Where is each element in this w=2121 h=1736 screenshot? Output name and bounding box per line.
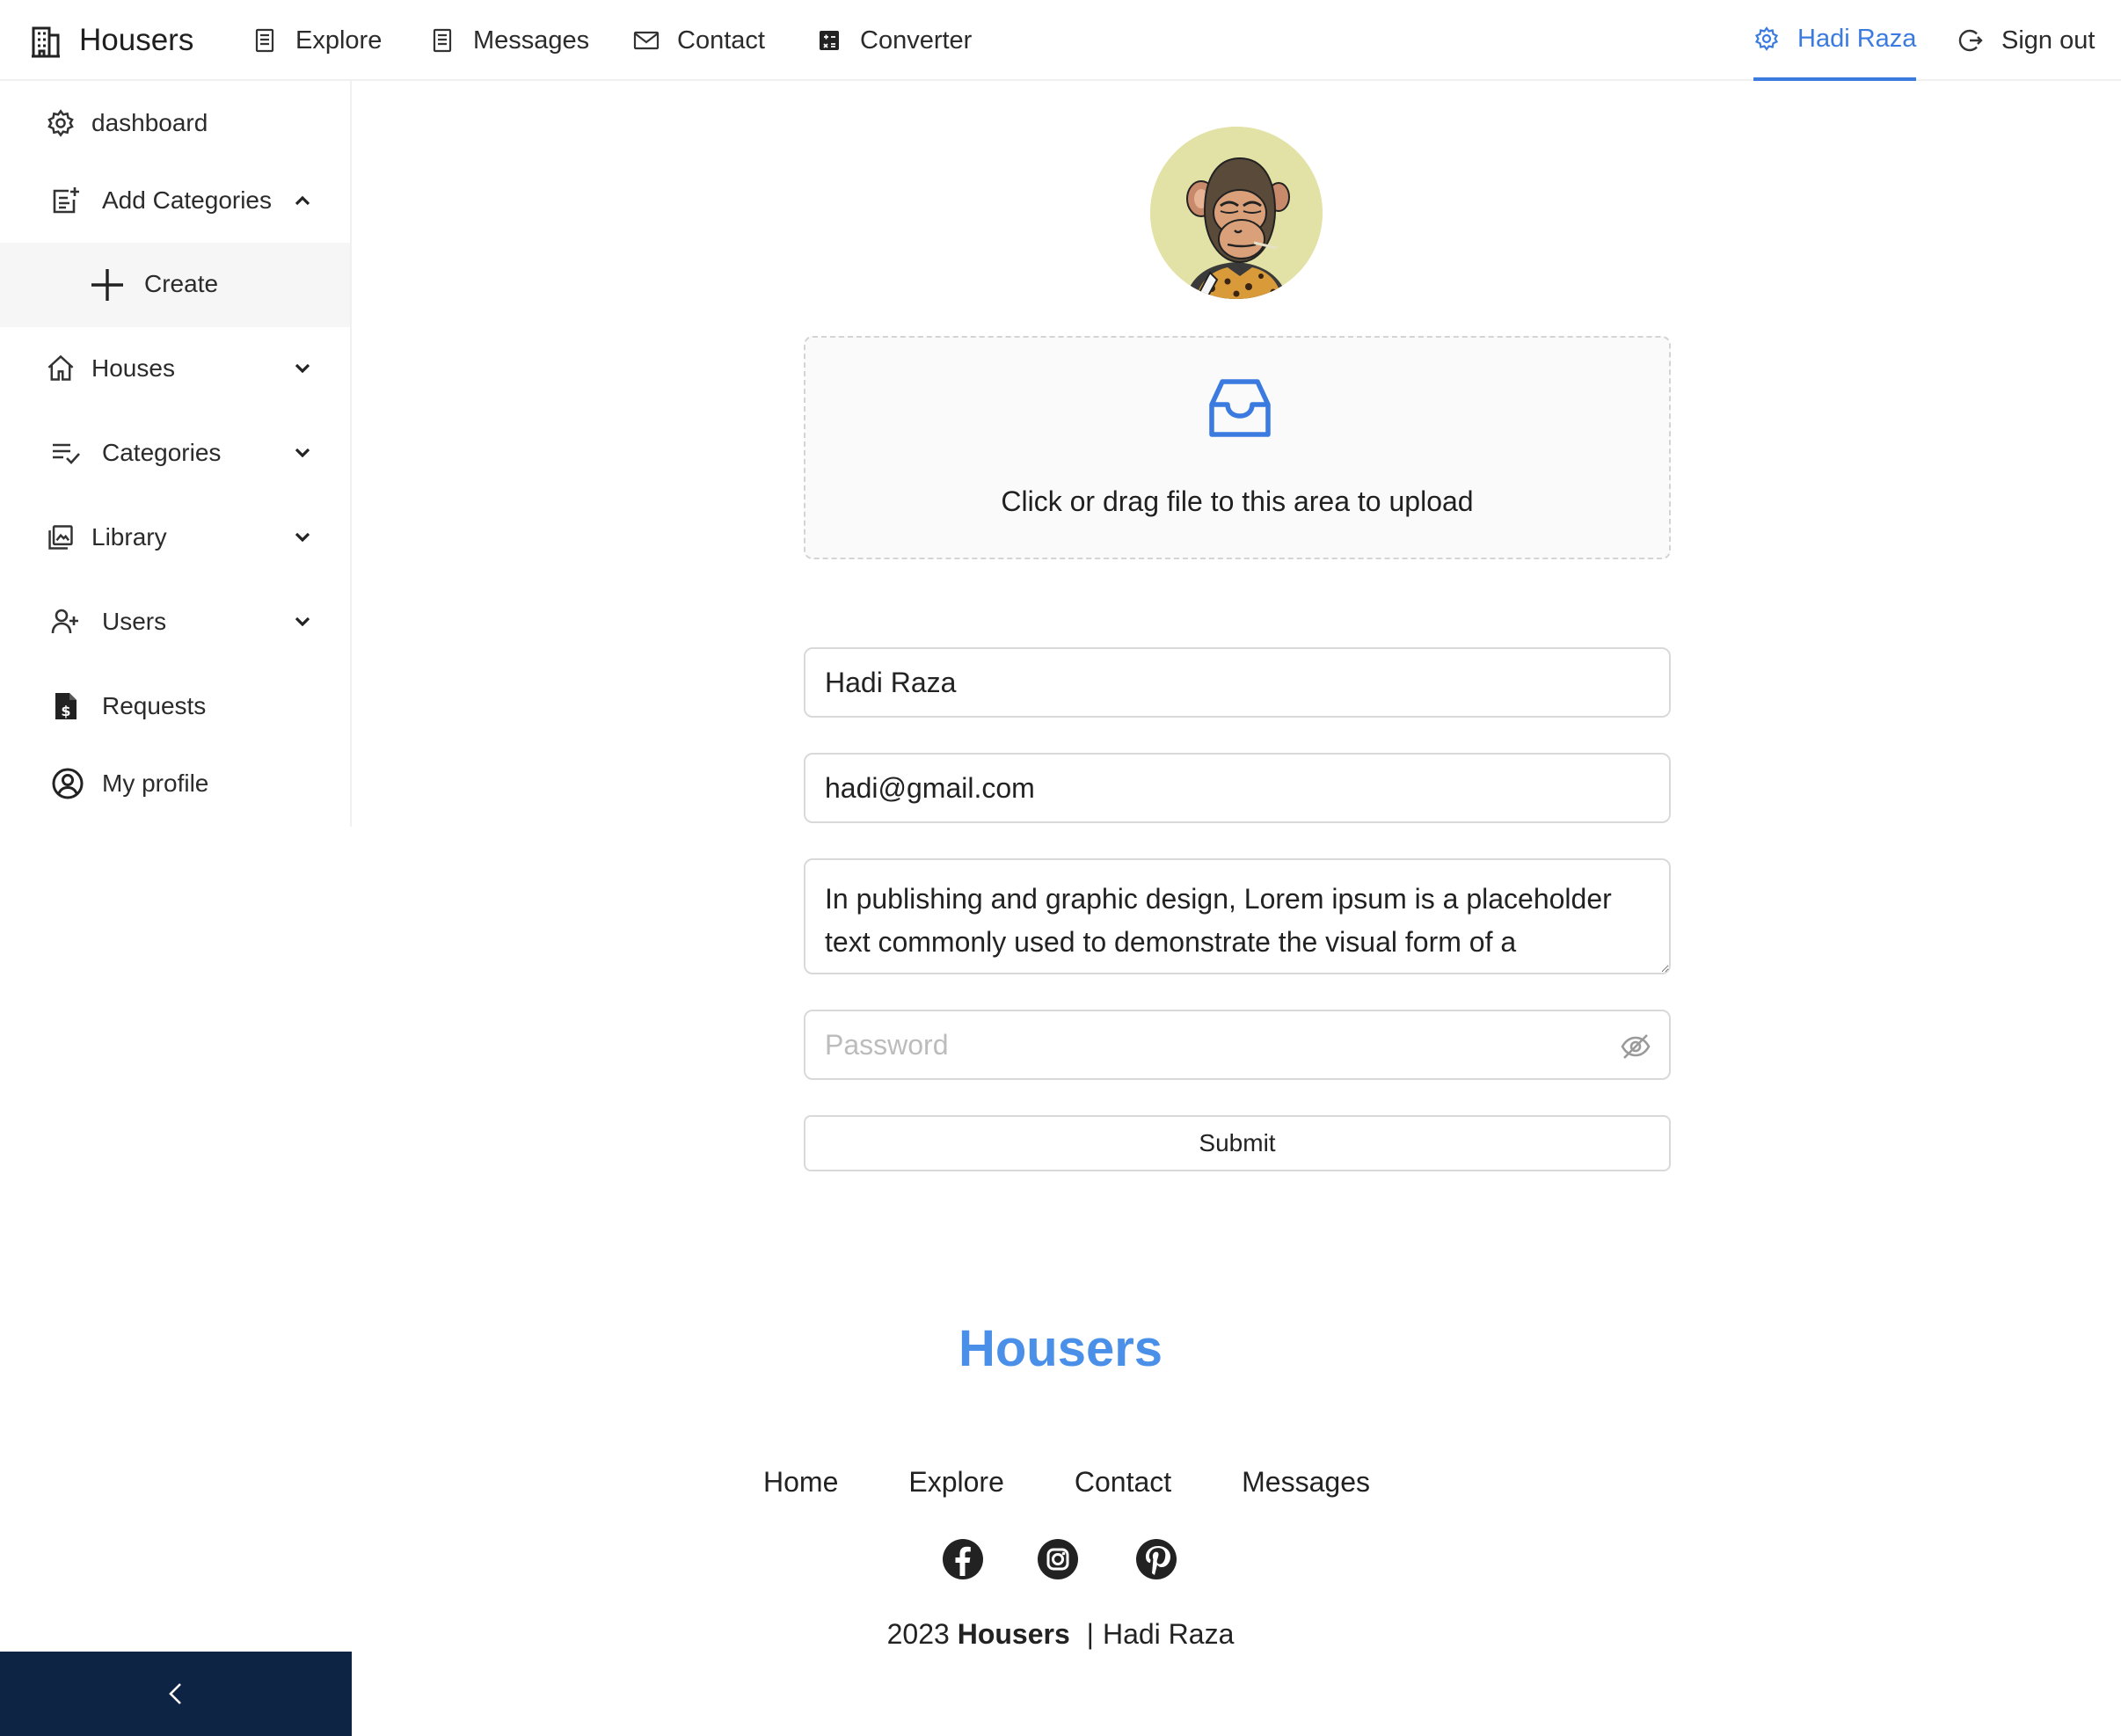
gear-icon <box>1753 26 1780 52</box>
building-icon <box>429 27 456 54</box>
sidebar-item-my-profile[interactable]: My profile <box>0 753 350 814</box>
upload-instruction: Click or drag file to this area to uploa… <box>1001 485 1474 517</box>
nav-explore-label: Explore <box>295 26 383 55</box>
nav-converter-label: Converter <box>860 26 973 55</box>
submit-button[interactable]: Submit <box>804 1115 1671 1171</box>
checklist-icon <box>51 438 81 468</box>
copyright-author: Hadi Raza <box>1102 1618 1235 1650</box>
footer-brand: Housers <box>958 1320 1163 1377</box>
calculator-icon <box>816 27 842 54</box>
building-icon <box>251 27 278 54</box>
sidebar-item-label: Add Categories <box>102 186 273 214</box>
svg-text:$: $ <box>61 703 70 719</box>
email-field[interactable] <box>804 753 1671 823</box>
footer-link-explore[interactable]: Explore <box>908 1466 1004 1499</box>
footer-link-home[interactable]: Home <box>763 1466 838 1499</box>
sign-out-button[interactable]: Sign out <box>1957 0 2095 81</box>
sign-out-label: Sign out <box>2001 26 2095 55</box>
top-navbar: Housers Explore Messages Contact Convert… <box>0 0 2121 81</box>
sidebar-item-label: Requests <box>102 692 207 719</box>
sidebar-item-label: Houses <box>91 354 175 382</box>
gear-icon <box>46 108 76 138</box>
user-add-icon <box>51 607 81 637</box>
chevron-up-icon <box>292 190 313 211</box>
mail-icon <box>633 27 660 54</box>
file-upload-dropzone[interactable]: Click or drag file to this area to uploa… <box>804 336 1671 559</box>
sidebar-item-users[interactable]: Users <box>0 591 350 653</box>
nav-explore[interactable]: Explore <box>251 0 382 81</box>
nav-messages[interactable]: Messages <box>429 0 589 81</box>
chevron-left-icon <box>165 1681 186 1707</box>
chevron-down-icon <box>292 527 313 548</box>
sidebar-item-requests[interactable]: $ Requests <box>0 675 350 737</box>
sidebar-item-label: dashboard <box>91 109 208 136</box>
sidebar: dashboard Add Categories Create Houses C… <box>0 81 352 827</box>
brand-name: Housers <box>79 23 194 57</box>
instagram-icon[interactable] <box>1036 1537 1080 1581</box>
inbox-icon <box>1206 375 1273 441</box>
sidebar-item-label: Create <box>144 270 219 297</box>
bio-textarea[interactable]: In publishing and graphic design, Lorem … <box>804 858 1671 974</box>
logout-icon <box>1957 27 1984 54</box>
name-input[interactable] <box>804 647 1671 718</box>
sidebar-item-dashboard[interactable]: dashboard <box>0 92 350 154</box>
chevron-down-icon <box>292 442 313 463</box>
sidebar-item-library[interactable]: Library <box>0 507 350 568</box>
nav-messages-label: Messages <box>473 26 590 55</box>
nav-contact-label: Contact <box>677 26 765 55</box>
sidebar-item-add-categories[interactable]: Add Categories <box>0 170 350 231</box>
plus-icon <box>90 267 125 303</box>
footer-nav: Home Explore Contact Messages <box>763 1460 1370 1504</box>
copyright-company: Housers <box>957 1618 1070 1650</box>
sidebar-item-create[interactable]: Create <box>0 253 350 315</box>
user-circle-icon <box>51 767 84 800</box>
copyright-separator: | <box>1086 1618 1094 1650</box>
brand-logo[interactable]: Housers <box>30 16 193 65</box>
chevron-down-icon <box>292 358 313 379</box>
nav-converter[interactable]: Converter <box>816 0 972 81</box>
nav-contact[interactable]: Contact <box>633 0 765 81</box>
sidebar-collapse-button[interactable] <box>0 1652 352 1736</box>
sidebar-item-categories[interactable]: Categories <box>0 422 350 484</box>
sidebar-item-label: Library <box>91 523 167 551</box>
library-icon <box>46 522 76 552</box>
chevron-down-icon <box>292 611 313 632</box>
eye-off-icon[interactable] <box>1620 1031 1651 1062</box>
nav-user-profile[interactable]: Hadi Raza <box>1753 0 1917 81</box>
home-icon <box>46 354 76 383</box>
profile-avatar[interactable] <box>1150 127 1323 299</box>
footer-link-contact[interactable]: Contact <box>1075 1466 1171 1499</box>
password-field[interactable] <box>804 1010 1671 1080</box>
pinterest-icon[interactable] <box>1134 1537 1178 1581</box>
user-name-label: Hadi Raza <box>1797 24 1917 53</box>
copyright-year: 2023 <box>886 1618 950 1650</box>
building-icon <box>30 23 62 58</box>
sidebar-item-houses[interactable]: Houses <box>0 338 350 399</box>
sidebar-item-label: My profile <box>102 770 209 797</box>
sidebar-item-label: Users <box>102 608 167 635</box>
sidebar-item-label: Categories <box>102 439 222 466</box>
footer-link-messages[interactable]: Messages <box>1242 1466 1370 1499</box>
add-note-icon <box>51 186 81 215</box>
invoice-icon: $ <box>51 691 81 721</box>
copyright-text: 2023 Housers | Hadi Raza <box>0 1618 2121 1651</box>
facebook-icon[interactable] <box>941 1537 985 1581</box>
